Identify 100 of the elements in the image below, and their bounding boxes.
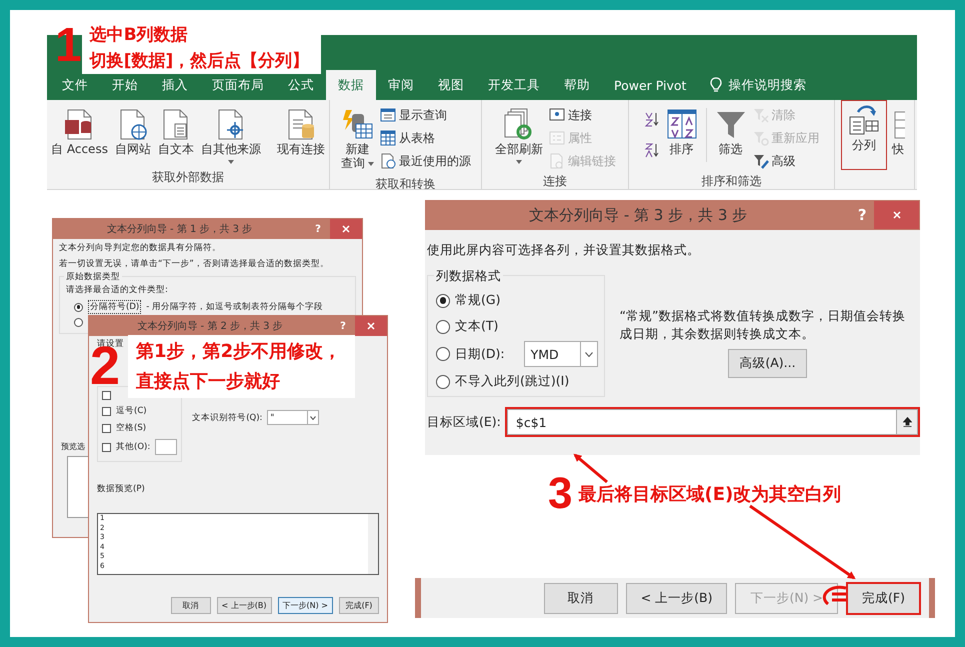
ribbon-tab[interactable]: 文件 bbox=[50, 70, 100, 100]
dialog-button[interactable]: < 上一步(B) bbox=[626, 582, 728, 614]
document-clock-icon bbox=[380, 153, 396, 169]
ribbon-button[interactable]: 现有连接 bbox=[274, 104, 328, 161]
ribbon-tab[interactable]: 视图 bbox=[426, 70, 476, 100]
checkbox-label: 逗号(C) bbox=[116, 405, 147, 417]
dialog-button[interactable]: 取消 bbox=[170, 597, 211, 614]
dialog-button[interactable]: 完成(F) bbox=[846, 582, 921, 614]
ribbon-button[interactable]: 排序 bbox=[662, 104, 700, 161]
option-description: - 用分隔字符，如逗号或制表符分隔每个字段 bbox=[146, 301, 323, 313]
ribbon-button[interactable]: 自网站 bbox=[112, 104, 154, 161]
qualifier-label: 文本识别符号(Q): bbox=[192, 412, 262, 424]
close-button[interactable] bbox=[330, 219, 362, 239]
instruction-text: 第1步，第2步不用修改， bbox=[136, 340, 342, 364]
ribbon-button[interactable]: 自 Access bbox=[48, 104, 111, 161]
step-number: 3 bbox=[548, 472, 572, 516]
instruction-text: 最后将目标区域(E)改为其空白列 bbox=[578, 484, 842, 506]
ribbon-button[interactable]: 显示查询 bbox=[378, 104, 473, 126]
arrow bbox=[573, 454, 608, 484]
caret-icon bbox=[516, 160, 522, 164]
chevron-down-icon bbox=[310, 416, 316, 420]
prompt-text: 请选择最合适的文件类型: bbox=[66, 284, 169, 296]
dialog-title: 文本分列向导 - 第 1 步，共 3 步 bbox=[106, 222, 254, 236]
instruction-text: 直接点下一步就好 bbox=[136, 370, 282, 394]
ribbon-button[interactable]: 连接 bbox=[547, 104, 618, 126]
tell-me-search[interactable]: 操作说明搜索 bbox=[728, 76, 806, 94]
ribbon-button[interactable]: 全部刷新 bbox=[492, 104, 546, 168]
radio-button[interactable] bbox=[436, 320, 450, 334]
instruction-text: 若一切设置无误，请单击“下一步”，否则请选择最合适的数据类型。 bbox=[59, 258, 330, 270]
destination-field[interactable]: $c$1 bbox=[506, 409, 918, 435]
checkbox[interactable] bbox=[102, 442, 111, 452]
instruction-text: 文本分列向导判定您的数据具有分隔符。 bbox=[59, 242, 222, 254]
group-label: 连接 bbox=[542, 173, 568, 189]
ribbon-button[interactable]: 筛选 bbox=[712, 104, 750, 161]
ribbon-tab[interactable]: 开发工具 bbox=[476, 70, 552, 100]
ribbon-tab[interactable]: 公式 bbox=[276, 70, 326, 100]
radio-button[interactable] bbox=[436, 294, 450, 308]
scrollbar bbox=[368, 514, 378, 574]
dialog-button[interactable]: 下一步(N) > bbox=[278, 597, 333, 614]
checkbox-label: 其他(O): bbox=[116, 441, 150, 453]
checkbox[interactable] bbox=[102, 406, 111, 416]
option-label: 不导入此列(跳过)(I) bbox=[455, 373, 570, 390]
collapse-arrow-icon bbox=[902, 417, 912, 427]
database-table-icon bbox=[342, 108, 374, 140]
preview-label: 预览选 bbox=[60, 441, 85, 452]
properties-icon bbox=[549, 130, 565, 146]
ribbon-button[interactable]: 新建 查询 bbox=[338, 104, 377, 175]
ribbon-button[interactable]: 快 bbox=[888, 104, 908, 161]
close-icon bbox=[342, 225, 350, 233]
dialog-button[interactable]: 取消 bbox=[544, 582, 618, 614]
option-label: 文本(T) bbox=[455, 318, 498, 335]
ribbon-tab[interactable]: 帮助 bbox=[552, 70, 602, 100]
format-description: “常规”数据格式将数值转换成数字，日期值会转换成日期，其余数据则转换成文本。 bbox=[620, 307, 906, 344]
input-field[interactable] bbox=[155, 439, 178, 455]
radio-button[interactable] bbox=[74, 318, 83, 327]
ribbon-button[interactable]: 自其他来源 bbox=[198, 104, 264, 168]
ribbon-tab[interactable]: 数据 bbox=[326, 70, 376, 100]
instruction-text: 选中B列数据 bbox=[90, 25, 189, 45]
dialog-title: 文本分列向导 - 第 2 步，共 3 步 bbox=[136, 320, 284, 333]
ribbon-button[interactable]: 自文本 bbox=[154, 104, 197, 161]
group-label: 获取和转换 bbox=[374, 176, 436, 189]
ribbon-tab[interactable]: 开始 bbox=[100, 70, 150, 100]
date-dropdown[interactable]: YMD bbox=[524, 341, 598, 367]
ribbon-tab[interactable]: 审阅 bbox=[376, 70, 426, 100]
dialog-button[interactable]: 完成(F) bbox=[339, 597, 379, 614]
dialog-button[interactable]: < 上一步(B) bbox=[216, 597, 272, 614]
ribbon-button[interactable]: 最近使用的源 bbox=[378, 150, 473, 172]
ribbon-tab[interactable]: 插入 bbox=[150, 70, 200, 100]
ribbon-button[interactable]: 高级 bbox=[750, 150, 822, 172]
table-icon bbox=[380, 130, 396, 146]
step-number: 1 bbox=[55, 22, 82, 70]
option-label: 常规(G) bbox=[455, 292, 500, 309]
ribbon-tab[interactable]: 页面布局 bbox=[200, 70, 276, 100]
caret-icon bbox=[228, 160, 234, 164]
instruction-text: 切换[数据]，然后点【分列】 bbox=[90, 51, 310, 71]
ribbon-tab[interactable]: Power Pivot bbox=[602, 70, 698, 100]
lightbulb-icon bbox=[710, 77, 722, 93]
dialog-title: 文本分列向导 - 第 3 步，共 3 步 bbox=[528, 206, 748, 224]
ribbon-button[interactable]: 分列 bbox=[841, 100, 887, 170]
close-button[interactable] bbox=[355, 316, 387, 336]
group-label: 获取外部数据 bbox=[151, 168, 225, 186]
qualifier-dropdown[interactable]: " bbox=[267, 410, 320, 425]
option-label: 日期(D): bbox=[455, 346, 505, 362]
split-columns-icon bbox=[848, 104, 880, 136]
advanced-button[interactable]: 高级(A)... bbox=[728, 349, 807, 378]
radio-button[interactable] bbox=[436, 347, 450, 361]
close-icon bbox=[367, 322, 375, 330]
radio-button[interactable] bbox=[74, 302, 83, 312]
checkbox[interactable] bbox=[102, 391, 111, 400]
close-icon bbox=[892, 211, 901, 219]
ribbon-button[interactable]: 从表格 bbox=[378, 127, 473, 149]
sort-grid-icon bbox=[666, 108, 698, 140]
group-label: 列数据格式 bbox=[434, 268, 503, 285]
radio-button[interactable] bbox=[436, 374, 450, 388]
document-link-icon bbox=[549, 153, 565, 169]
checkbox-label: 空格(S) bbox=[116, 422, 146, 434]
instruction-text: 使用此屏内容可选择各列，并设置其数据格式。 bbox=[427, 242, 701, 259]
caret-icon bbox=[368, 162, 374, 166]
group-label: 原始数据类型 bbox=[64, 271, 122, 283]
checkbox[interactable] bbox=[102, 424, 111, 432]
